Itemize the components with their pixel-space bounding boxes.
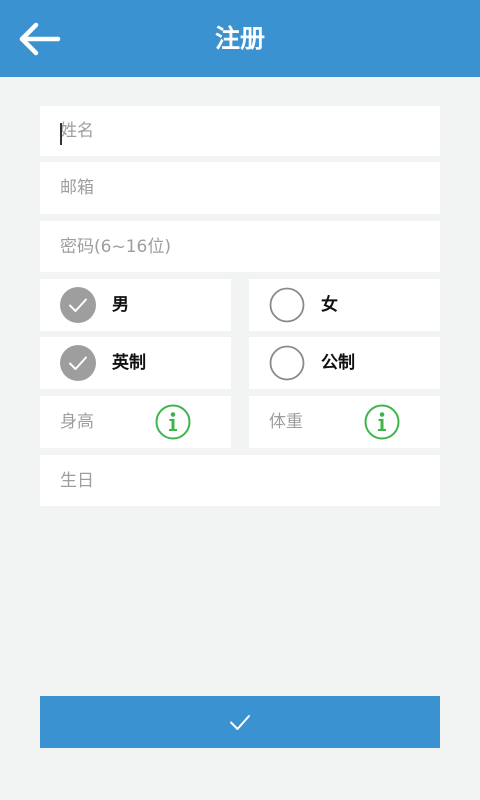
back-button[interactable] xyxy=(18,20,64,58)
unchecked-circle-icon xyxy=(269,287,305,323)
weight-label: 体重 xyxy=(269,412,303,432)
arrow-left-icon xyxy=(19,22,61,56)
email-field-row xyxy=(40,162,440,214)
name-input[interactable] xyxy=(40,106,440,156)
password-field-row xyxy=(40,221,440,272)
unit-imperial-option[interactable]: 英制 xyxy=(40,337,231,389)
weight-field[interactable]: 体重 xyxy=(249,396,440,448)
unit-metric-option[interactable]: 公制 xyxy=(249,337,440,389)
gender-female-option[interactable]: 女 xyxy=(249,279,440,331)
birthday-field-row xyxy=(40,455,440,506)
height-label: 身高 xyxy=(60,412,94,432)
check-icon xyxy=(230,715,250,730)
name-field-row xyxy=(40,106,440,156)
email-input[interactable] xyxy=(40,162,440,214)
page-title: 注册 xyxy=(214,24,265,53)
header-bar: 注册 xyxy=(0,0,480,77)
checked-circle-icon xyxy=(60,287,96,323)
info-icon[interactable] xyxy=(155,404,191,440)
height-field[interactable]: 身高 xyxy=(40,396,231,448)
checked-circle-icon xyxy=(60,345,96,381)
unit-imperial-label: 英制 xyxy=(112,353,146,373)
password-input[interactable] xyxy=(40,221,440,272)
gender-male-label: 男 xyxy=(112,295,129,315)
gender-female-label: 女 xyxy=(321,295,338,315)
unchecked-circle-icon xyxy=(269,345,305,381)
birthday-input[interactable] xyxy=(40,455,440,506)
gender-male-option[interactable]: 男 xyxy=(40,279,231,331)
text-caret xyxy=(60,123,62,145)
submit-button[interactable] xyxy=(40,696,440,748)
info-icon[interactable] xyxy=(364,404,400,440)
unit-metric-label: 公制 xyxy=(321,353,355,373)
